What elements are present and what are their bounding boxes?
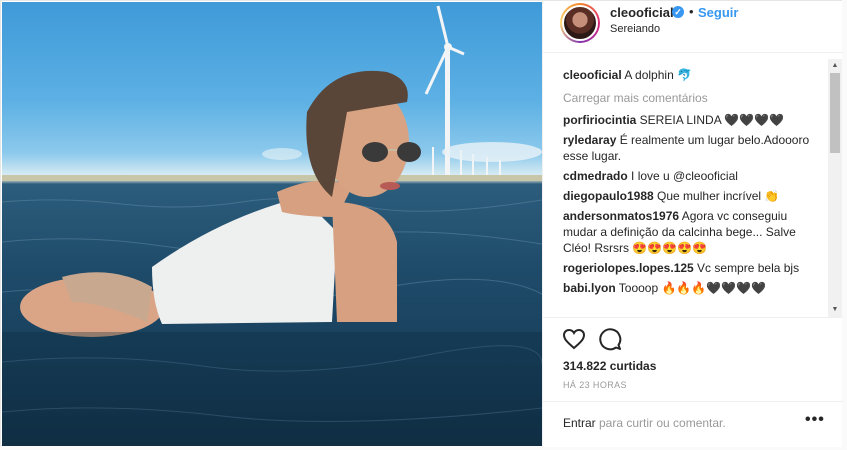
comment-text: Vc sempre bela bjs [693, 261, 800, 275]
comment-item: andersonmatos1976 Agora vc conseguiu mud… [563, 208, 815, 256]
comment-text: Que mulher incrível 👏 [653, 189, 780, 203]
heart-icon[interactable] [562, 327, 586, 351]
comment-item: ryledaray É realmente um lugar belo.Adoo… [563, 132, 815, 164]
post-timestamp[interactable]: HÁ 23 HORAS [563, 380, 627, 390]
caption-text: A dolphin 🐬 [621, 68, 693, 82]
comment-username[interactable]: babi.lyon [563, 281, 616, 295]
comment-item: diegopaulo1988 Que mulher incrível 👏 [563, 188, 815, 204]
likes-count[interactable]: 314.822 curtidas [563, 359, 656, 373]
post-caption: cleooficial A dolphin 🐬 [563, 67, 815, 83]
add-comment-section: Entrar para curtir ou comentar. ••• [543, 401, 843, 446]
comment-item: babi.lyon Toooop 🔥🔥🔥🖤🖤🖤🖤 [563, 280, 815, 296]
login-link[interactable]: Entrar [563, 416, 596, 430]
comments-scrollbar[interactable]: ▲ ▼ [828, 59, 842, 317]
load-more-comments-button[interactable]: Carregar mais comentários [563, 91, 829, 105]
username-link[interactable]: cleooficial [610, 5, 674, 20]
verified-icon: ✓ [672, 6, 684, 18]
scrollbar-thumb[interactable] [830, 73, 840, 153]
follow-button[interactable]: Seguir [698, 5, 738, 20]
comment-text: Toooop 🔥🔥🔥🖤🖤🖤🖤 [615, 281, 767, 295]
photo-illustration [2, 5, 542, 446]
post-header: cleooficial ✓ • Seguir Sereiando [543, 1, 843, 53]
scroll-up-arrow-icon[interactable]: ▲ [828, 59, 842, 73]
comment-item: cdmedrado I love u @cleooficial [563, 168, 815, 184]
comment-username[interactable]: rogeriolopes.lopes.125 [563, 261, 694, 275]
comment-username[interactable]: cdmedrado [563, 169, 628, 183]
header-separator: • [689, 4, 694, 19]
login-prompt-text: para curtir ou comentar. [599, 416, 726, 430]
comment-username[interactable]: diegopaulo1988 [563, 189, 654, 203]
comment-username[interactable]: andersonmatos1976 [563, 209, 679, 223]
post-actions: 314.822 curtidas HÁ 23 HORAS [543, 317, 843, 397]
post-sidebar: cleooficial ✓ • Seguir Sereiando cleoofi… [542, 1, 843, 447]
comments-list[interactable]: cleooficial A dolphin 🐬 Carregar mais co… [543, 57, 829, 315]
post-photo[interactable] [2, 2, 542, 446]
comment-username[interactable]: ryledaray [563, 133, 616, 147]
comment-text: SEREIA LINDA 🖤🖤🖤🖤 [636, 113, 785, 127]
comment-item: porfiriocintia SEREIA LINDA 🖤🖤🖤🖤 [563, 112, 815, 128]
user-avatar[interactable] [560, 3, 600, 43]
comment-item: rogeriolopes.lopes.125 Vc sempre bela bj… [563, 260, 815, 276]
avatar-photo [562, 5, 598, 41]
location-link[interactable]: Sereiando [610, 23, 660, 35]
more-options-icon[interactable]: ••• [805, 411, 825, 429]
comment-icon[interactable] [598, 327, 622, 351]
scroll-down-arrow-icon[interactable]: ▼ [828, 303, 842, 317]
instagram-post: cleooficial ✓ • Seguir Sereiando cleoofi… [0, 0, 843, 447]
comment-text: I love u @cleooficial [627, 169, 738, 183]
comment-username[interactable]: porfiriocintia [563, 113, 636, 127]
caption-username[interactable]: cleooficial [563, 68, 622, 82]
